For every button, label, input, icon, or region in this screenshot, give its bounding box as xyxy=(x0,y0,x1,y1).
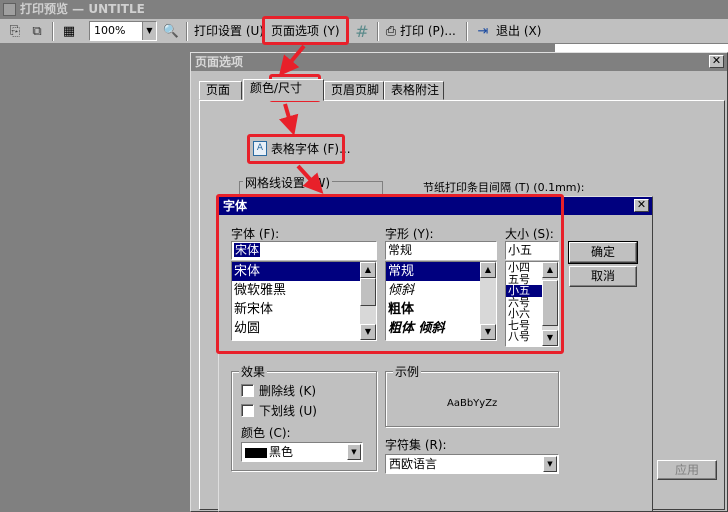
style-input-value: 常规 xyxy=(388,243,413,257)
zoom-icon[interactable]: 🔍 xyxy=(162,22,180,40)
grid-icon[interactable]: ▦ xyxy=(60,22,78,40)
style-scrollbar[interactable]: ▲ ▼ xyxy=(480,262,496,340)
grid-settings-label: 网格线设置 (W) xyxy=(243,174,333,191)
tab-header-footer[interactable]: 页眉页脚 xyxy=(324,81,384,100)
color-select[interactable]: 黑色 ▼ xyxy=(241,442,363,462)
font-scrollbar[interactable]: ▲ ▼ xyxy=(360,262,376,340)
charset-value: 西欧语言 xyxy=(389,457,438,471)
style-listbox[interactable]: 常规 倾斜 粗体 粗体 倾斜 ▲ ▼ xyxy=(385,261,497,341)
page-options-button[interactable]: 页面选项 (Y) xyxy=(271,21,340,42)
font-dialog-titlebar: 字体 ✕ xyxy=(219,197,652,215)
size-scrollbar[interactable]: ▲ ▼ xyxy=(542,262,558,346)
toolbar: ⎘ ⧉ ▦ 100% ▼ 🔍 打印设置 (U) 页面选项 (Y) # ⎙ 打印 … xyxy=(0,19,728,44)
scroll-up-icon[interactable]: ▲ xyxy=(360,262,376,278)
sample-text: AaBbYyZz xyxy=(447,398,498,409)
table-font-label: 表格字体 (F)... xyxy=(271,142,351,156)
app-titlebar: 打印预览 — UNTITLE xyxy=(0,0,728,19)
chevron-down-icon[interactable]: ▼ xyxy=(543,456,557,472)
font-option[interactable]: 幼圆 xyxy=(232,319,376,338)
page-dialog-titlebar: 页面选项 ✕ xyxy=(191,53,727,71)
exit-icon[interactable]: ⇥ xyxy=(474,22,492,40)
scroll-up-icon[interactable]: ▲ xyxy=(480,262,496,278)
color-swatch xyxy=(245,447,267,458)
app-icon xyxy=(3,3,16,16)
ok-button[interactable]: 确定 xyxy=(568,241,638,264)
underline-label: 下划线 (U) xyxy=(259,404,317,418)
table-font-button[interactable]: A 表格字体 (F)... xyxy=(253,139,351,159)
toolbar-separator xyxy=(377,22,379,41)
font-input-value: 宋体 xyxy=(234,243,261,257)
font-option[interactable]: 微软雅黑 xyxy=(232,281,376,300)
sample-label: 示例 xyxy=(393,363,422,380)
chevron-down-icon[interactable]: ▼ xyxy=(142,22,156,40)
style-input[interactable]: 常规 xyxy=(385,241,497,260)
charset-label: 字符集 (R): xyxy=(385,438,447,452)
exit-button[interactable]: 退出 (X) xyxy=(496,21,541,42)
close-icon[interactable]: ✕ xyxy=(634,199,649,212)
scroll-thumb[interactable] xyxy=(542,280,558,326)
spacing-label: 节纸打印条目间隔 (T) (0.1mm): xyxy=(423,181,585,194)
zoom-select[interactable]: 100% ▼ xyxy=(89,21,157,41)
effects-label: 效果 xyxy=(239,363,268,380)
underline-checkbox[interactable] xyxy=(241,404,254,417)
size-input[interactable]: 小五 xyxy=(505,241,559,260)
print-button[interactable]: 打印 (P)... xyxy=(400,21,456,42)
color-value: 黑色 xyxy=(269,445,294,459)
chevron-down-icon[interactable]: ▼ xyxy=(347,444,361,460)
strikeout-label: 删除线 (K) xyxy=(259,384,317,398)
charset-select[interactable]: 西欧语言 ▼ xyxy=(385,454,559,474)
font-dialog-title: 字体 xyxy=(223,199,248,213)
font-label: 字体 (F): xyxy=(231,227,280,241)
tab-table-notes[interactable]: 表格附注 xyxy=(384,81,444,100)
app-title: 打印预览 — UNTITLE xyxy=(20,2,145,16)
size-label: 大小 (S): xyxy=(505,227,554,241)
font-option[interactable]: 新宋体 xyxy=(232,300,376,319)
tab-page[interactable]: 页面 xyxy=(199,81,242,100)
printer-icon[interactable]: ⎙ xyxy=(382,22,400,40)
strikeout-checkbox[interactable] xyxy=(241,384,254,397)
toolbar-separator xyxy=(466,22,468,41)
print-setup-button[interactable]: 打印设置 (U) xyxy=(194,21,264,42)
font-listbox[interactable]: 宋体 微软雅黑 新宋体 幼圆 ▲ ▼ xyxy=(231,261,377,341)
scroll-down-icon[interactable]: ▼ xyxy=(480,324,496,340)
font-option[interactable]: 宋体 xyxy=(232,262,376,281)
page-dialog-title: 页面选项 xyxy=(195,55,244,69)
crop-icon[interactable]: # xyxy=(353,22,371,41)
scroll-down-icon[interactable]: ▼ xyxy=(542,330,558,346)
size-input-value: 小五 xyxy=(508,243,533,257)
page-prev-icon[interactable]: ⎘ xyxy=(6,22,24,40)
zoom-value: 100% xyxy=(94,24,126,37)
close-icon[interactable]: ✕ xyxy=(709,55,724,68)
scroll-up-icon[interactable]: ▲ xyxy=(542,262,558,278)
scroll-down-icon[interactable]: ▼ xyxy=(360,324,376,340)
copy-icon[interactable]: ⧉ xyxy=(28,22,46,40)
font-input[interactable]: 宋体 xyxy=(231,241,377,260)
toolbar-separator xyxy=(186,22,188,41)
apply-button[interactable]: 应用 xyxy=(657,460,717,480)
scroll-thumb[interactable] xyxy=(360,278,376,306)
font-dialog: 字体 ✕ 字体 (F): 宋体 宋体 微软雅黑 新宋体 幼圆 ▲ ▼ 字形 (Y… xyxy=(218,196,653,512)
cancel-button[interactable]: 取消 xyxy=(569,266,637,287)
tab-color-size[interactable]: 颜色/尺寸 xyxy=(243,79,324,101)
font-icon: A xyxy=(253,141,267,156)
size-listbox[interactable]: 小四 五号 小五 六号 小六 七号 八号 ▲ ▼ xyxy=(505,261,559,347)
color-label: 颜色 (C): xyxy=(241,426,291,440)
toolbar-separator xyxy=(52,22,54,41)
style-label: 字形 (Y): xyxy=(385,227,434,241)
